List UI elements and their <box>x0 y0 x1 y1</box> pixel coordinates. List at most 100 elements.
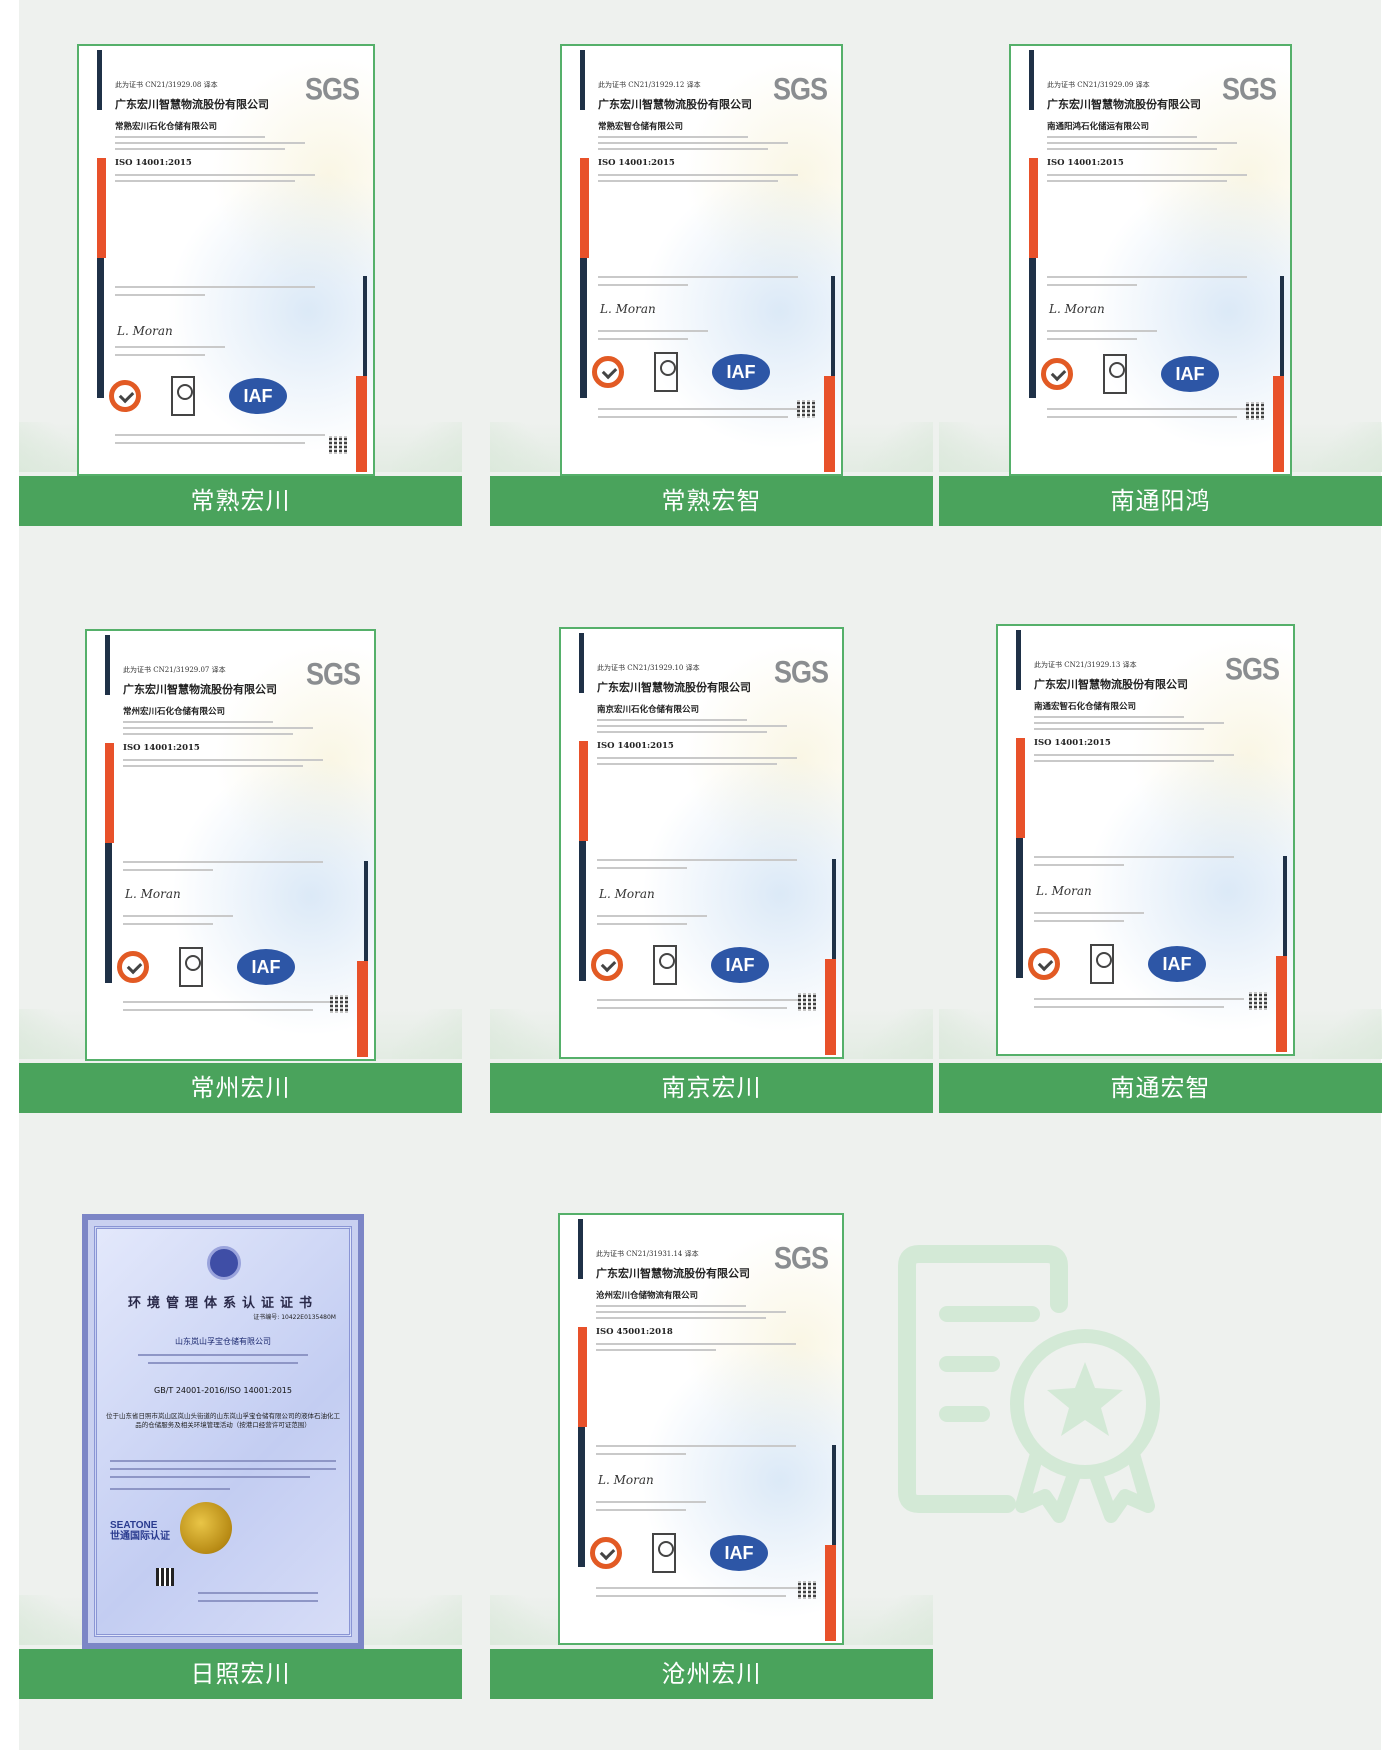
qr-code-icon <box>156 1568 174 1586</box>
text-lines <box>597 915 707 917</box>
sgs-check-icon <box>117 951 149 983</box>
text-lines <box>115 442 305 444</box>
text-lines <box>123 765 303 767</box>
qr-code-icon <box>329 436 347 454</box>
text-lines <box>598 338 688 340</box>
certificate-image[interactable]: SGS 此为证书 CN21/31929.07 译本 广东宏川智慧物流股份有限公司… <box>85 629 376 1061</box>
iaf-logo: IAF <box>1148 946 1206 982</box>
certificate-image[interactable]: SGS 此为证书 CN21/31931.14 译本 广东宏川智慧物流股份有限公司… <box>558 1213 844 1645</box>
decor <box>578 1427 585 1567</box>
seatone-logo-en: SEATONE <box>110 1520 158 1531</box>
certificate-site: 南通阳鸿石化储运有限公司 <box>1047 122 1150 132</box>
ukas-crown-icon <box>652 1533 676 1573</box>
certificate-label[interactable]: 常熟宏川 <box>19 476 462 526</box>
signature: L. Moran <box>599 887 655 901</box>
certificate-label[interactable]: 常州宏川 <box>19 1063 462 1113</box>
text-lines <box>123 727 313 729</box>
signature: L. Moran <box>600 302 656 316</box>
certificate-standard: ISO 14001:2015 <box>115 158 192 168</box>
sgs-logo: SGS <box>304 71 360 107</box>
certificate-ref: 此为证书 CN21/31929.10 译本 <box>597 664 700 672</box>
text-lines <box>123 1009 313 1011</box>
decor <box>579 841 586 981</box>
text-lines <box>115 294 205 296</box>
text-lines <box>1047 180 1227 182</box>
certificate-image[interactable]: SGS 此为证书 CN21/31929.12 译本 广东宏川智慧物流股份有限公司… <box>560 44 843 476</box>
certificate-holder: 广东宏川智慧物流股份有限公司 <box>596 1267 750 1280</box>
ukas-crown-icon <box>1103 354 1127 394</box>
ukas-crown-icon <box>179 947 203 987</box>
text-lines <box>598 148 768 150</box>
ukas-crown-icon <box>171 376 195 416</box>
certificate-card[interactable]: SGS 此为证书 CN21/31929.12 译本 广东宏川智慧物流股份有限公司… <box>490 0 933 526</box>
certificate-card[interactable]: SGS 此为证书 CN21/31929.09 译本 广东宏川智慧物流股份有限公司… <box>939 0 1382 526</box>
certificate-image[interactable]: 环境管理体系认证证书 证书编号: 10422E0135480M 山东岚山孚宝仓储… <box>82 1214 364 1649</box>
certificate-card[interactable]: SGS 此为证书 CN21/31929.10 译本 广东宏川智慧物流股份有限公司… <box>490 587 933 1113</box>
text-lines <box>596 1311 786 1313</box>
text-lines <box>123 861 323 863</box>
text-lines <box>110 1468 336 1470</box>
text-lines <box>1047 330 1157 332</box>
decor <box>825 1545 836 1641</box>
text-lines <box>1034 728 1204 730</box>
text-lines <box>115 174 315 176</box>
certificate-card[interactable]: 环境管理体系认证证书 证书编号: 10422E0135480M 山东岚山孚宝仓储… <box>19 1173 462 1699</box>
text-lines <box>1034 754 1234 756</box>
iaf-logo: IAF <box>712 354 770 390</box>
certificate-site: 沧州宏川仓储物流有限公司 <box>596 1291 699 1301</box>
certificate-card[interactable]: SGS 此为证书 CN21/31929.13 译本 广东宏川智慧物流股份有限公司… <box>939 587 1382 1113</box>
certificate-holder: 山东岚山孚宝仓储有限公司 <box>175 1337 271 1346</box>
certificate-label[interactable]: 沧州宏川 <box>490 1649 933 1699</box>
text-lines <box>597 725 787 727</box>
decor <box>580 158 589 258</box>
accreditation-logos: IAF <box>592 352 812 398</box>
certificate-label[interactable]: 南通阳鸿 <box>939 476 1382 526</box>
signature: L. Moran <box>125 887 181 901</box>
signature: L. Moran <box>598 1473 654 1487</box>
decor <box>105 843 112 983</box>
certificate-site: 南京宏川石化仓储有限公司 <box>597 705 700 715</box>
certificate-card[interactable]: SGS 此为证书 CN21/31929.08 译本 广东宏川智慧物流股份有限公司… <box>19 0 462 526</box>
text-lines <box>1047 142 1237 144</box>
certificate-ref: 此为证书 CN21/31929.07 译本 <box>123 666 226 674</box>
text-lines <box>598 180 778 182</box>
certificate-card[interactable]: SGS 此为证书 CN21/31931.14 译本 广东宏川智慧物流股份有限公司… <box>490 1173 933 1699</box>
certificate-image[interactable]: SGS 此为证书 CN21/31929.08 译本 广东宏川智慧物流股份有限公司… <box>77 44 375 476</box>
text-lines <box>598 416 788 418</box>
certificate-label[interactable]: 南通宏智 <box>939 1063 1382 1113</box>
text-lines <box>597 1007 787 1009</box>
certificate-scope: 位于山东省日照市岚山区岚山头街道的山东岚山孚宝仓储有限公司的液体石油化工品的仓储… <box>106 1412 340 1429</box>
certificate-card[interactable]: SGS 此为证书 CN21/31929.07 译本 广东宏川智慧物流股份有限公司… <box>19 587 462 1113</box>
text-lines <box>110 1460 336 1462</box>
text-lines <box>598 330 708 332</box>
text-lines <box>115 142 305 144</box>
text-lines <box>596 1595 786 1597</box>
text-lines <box>1034 998 1244 1000</box>
decor <box>363 276 367 376</box>
text-lines <box>115 354 205 356</box>
sgs-check-icon <box>590 1537 622 1569</box>
certificate-label[interactable]: 常熟宏智 <box>490 476 933 526</box>
certificate-label[interactable]: 日照宏川 <box>19 1649 462 1699</box>
certificate-image[interactable]: SGS 此为证书 CN21/31929.13 译本 广东宏川智慧物流股份有限公司… <box>996 624 1295 1056</box>
certificate-standard: ISO 14001:2015 <box>598 158 675 168</box>
decor <box>1016 838 1023 978</box>
decor <box>1273 376 1284 472</box>
certificate-image[interactable]: SGS 此为证书 CN21/31929.09 译本 广东宏川智慧物流股份有限公司… <box>1009 44 1292 476</box>
iaf-logo: IAF <box>711 947 769 983</box>
decor <box>1029 258 1036 398</box>
sgs-check-icon <box>1041 358 1073 390</box>
certificate-image[interactable]: SGS 此为证书 CN21/31929.10 译本 广东宏川智慧物流股份有限公司… <box>559 627 844 1059</box>
text-lines <box>123 915 233 917</box>
decor <box>357 961 368 1057</box>
decor <box>97 158 106 258</box>
text-lines <box>148 1362 298 1364</box>
decor <box>580 50 585 110</box>
decor <box>1029 158 1038 258</box>
text-lines <box>597 731 767 733</box>
decor <box>831 276 835 376</box>
text-lines <box>596 1453 686 1455</box>
decor <box>578 1327 587 1427</box>
certificate-label[interactable]: 南京宏川 <box>490 1063 933 1113</box>
text-lines <box>1034 722 1224 724</box>
